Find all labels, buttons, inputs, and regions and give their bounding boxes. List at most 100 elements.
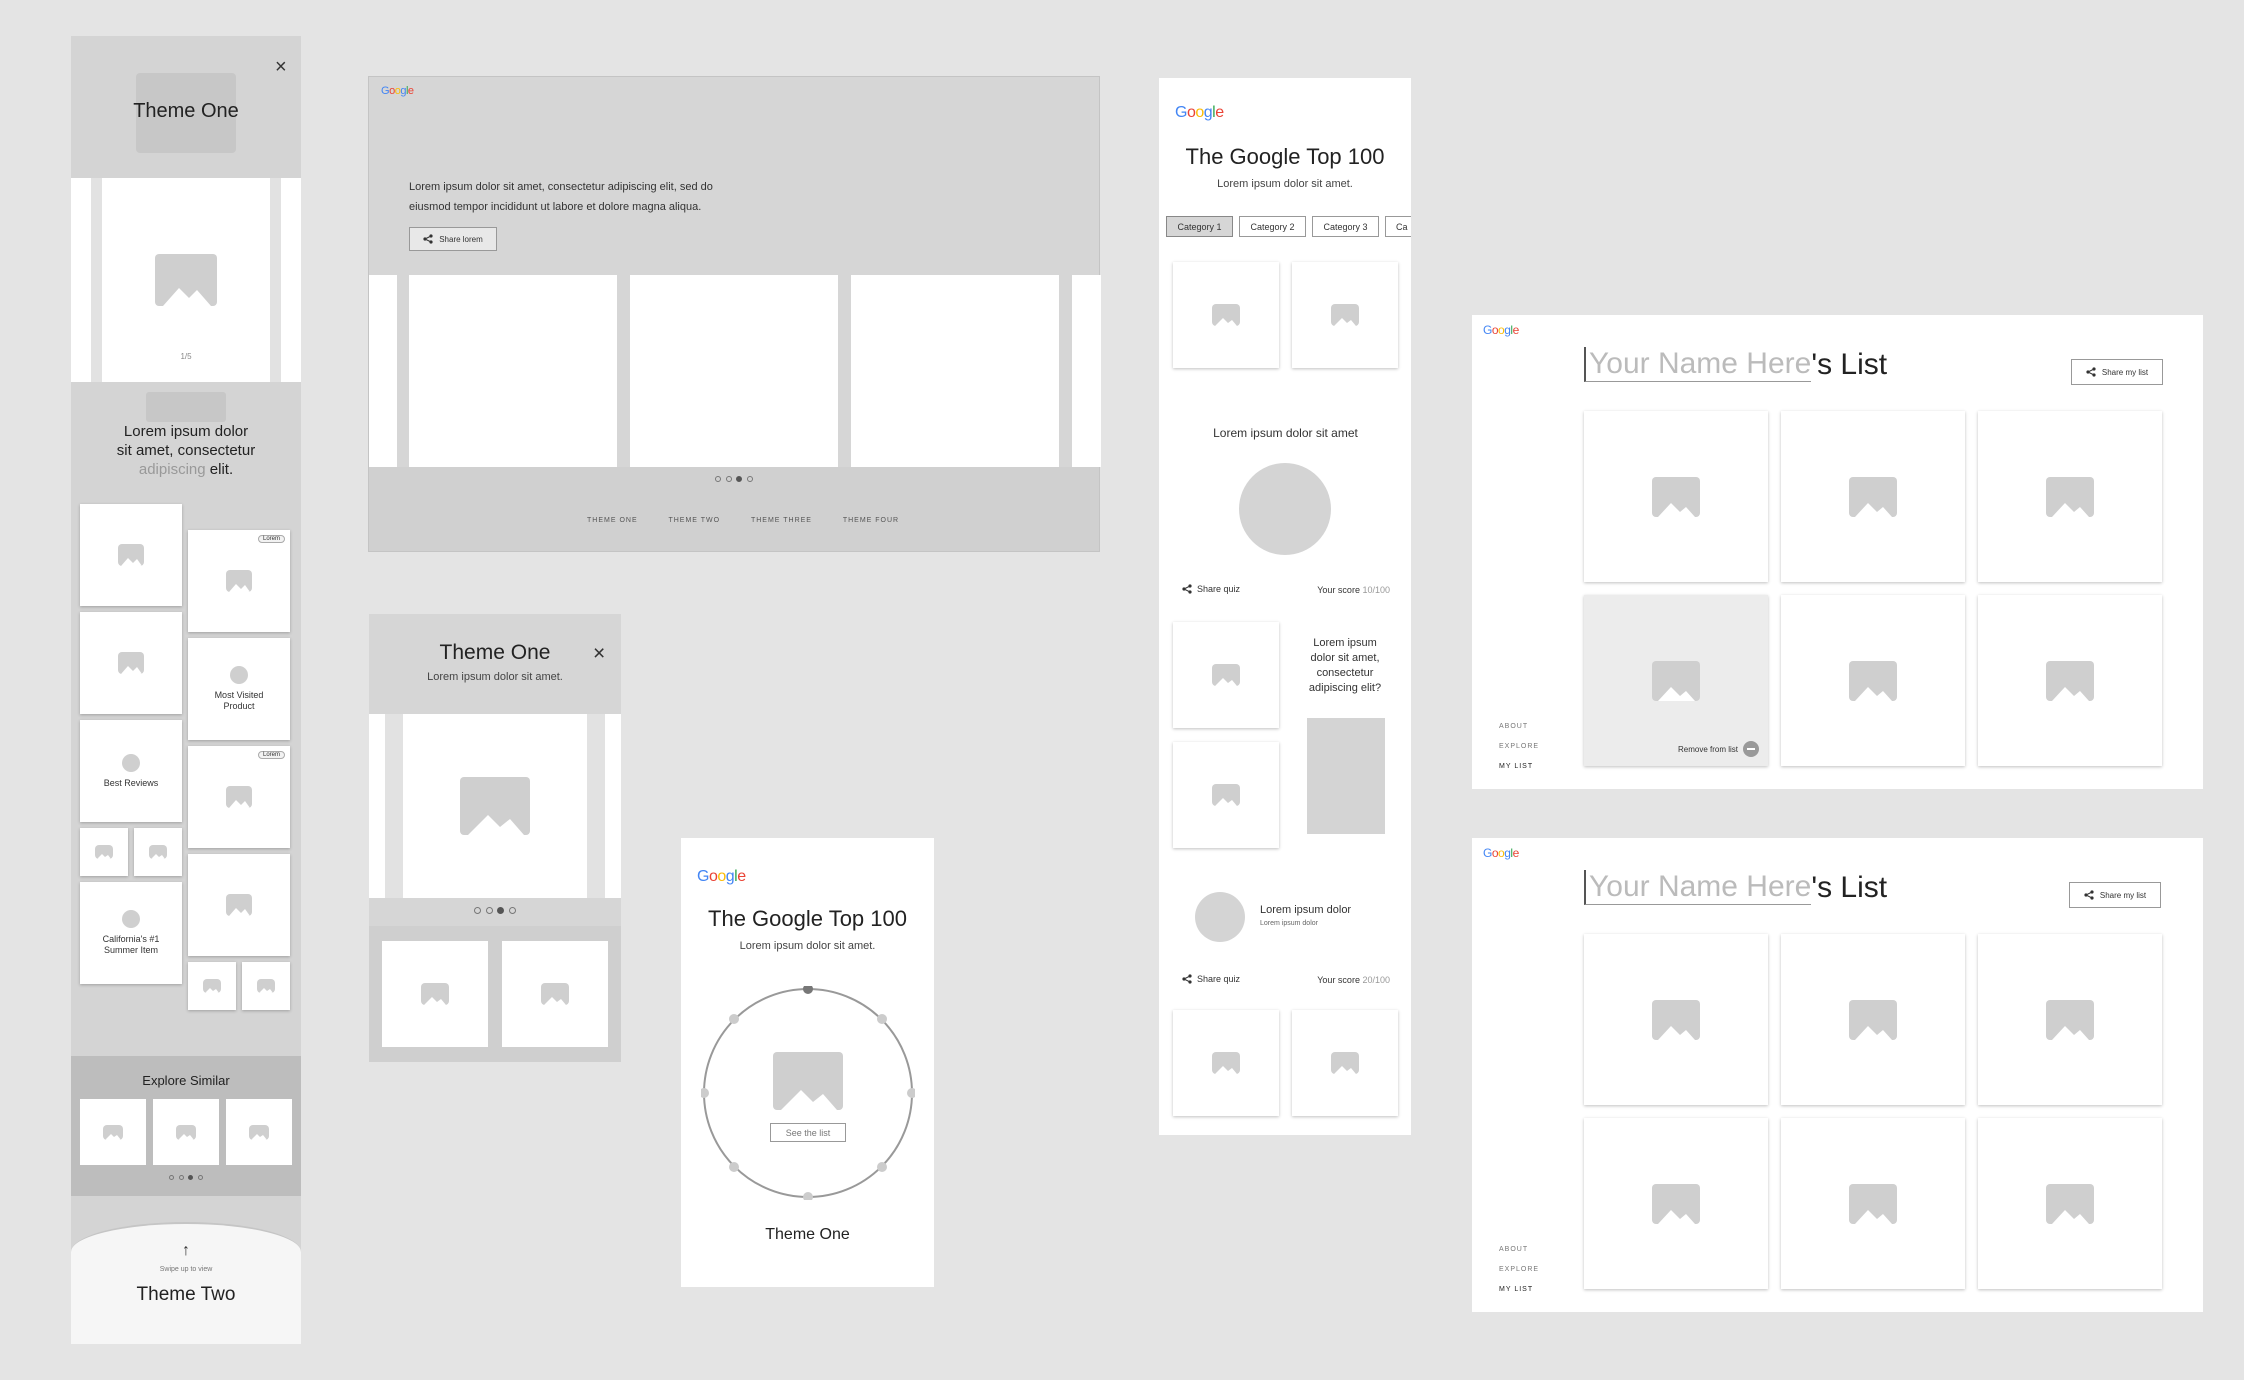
california-tile[interactable]: California's #1 Summer Item xyxy=(80,882,182,984)
theme-label: Theme One xyxy=(765,1226,850,1243)
list-item-hovered[interactable]: Remove from list xyxy=(1584,595,1768,766)
list-item[interactable] xyxy=(1781,411,1965,582)
quiz-image xyxy=(1239,463,1331,555)
share-lorem-button[interactable]: Share lorem xyxy=(409,227,497,251)
quiz-title: Lorem ipsum dolor sit amet xyxy=(1213,426,1358,440)
hero-text: Lorem ipsum dolor sit amet, consectetur … xyxy=(409,181,713,213)
close-icon[interactable]: × xyxy=(275,56,287,79)
list-name-input[interactable]: Your Name Here xyxy=(1584,347,1812,382)
result-card[interactable]: Lorem ipsum dolor Lorem ipsum dolor Shar… xyxy=(1173,862,1398,996)
grid-tile-small[interactable] xyxy=(242,962,290,1010)
mobile-theme-card: Theme One Lorem ipsum dolor sit amet. × xyxy=(369,614,621,1062)
list-item[interactable] xyxy=(1584,411,1768,582)
tab-theme-four[interactable]: THEME FOUR xyxy=(843,517,899,524)
similar-item[interactable] xyxy=(226,1099,292,1165)
result-subtitle: Lorem ipsum dolor xyxy=(1260,920,1318,927)
intro-text: Lorem ipsum dolor sit amet, consectetur … xyxy=(116,423,256,478)
category-chip-4[interactable]: Ca xyxy=(1385,216,1411,237)
page-title: The Google Top 100 xyxy=(708,906,907,931)
my-list-panel: Google Your Name Here 's List Share my l… xyxy=(1472,315,2203,789)
list-item[interactable] xyxy=(1584,1118,1768,1289)
see-the-list-button[interactable]: See the list xyxy=(770,1123,846,1142)
nav-my-list[interactable]: MY LIST xyxy=(1499,757,1539,777)
category-icon xyxy=(122,910,140,928)
grid-tile[interactable]: Lorem xyxy=(188,746,290,848)
list-item[interactable] xyxy=(1978,411,2162,582)
grid-tile[interactable] xyxy=(80,504,182,606)
item-tile[interactable] xyxy=(1173,742,1279,848)
theme-subtitle: Lorem ipsum dolor sit amet. xyxy=(427,671,563,683)
swipe-hint: Swipe up to view xyxy=(159,1266,213,1273)
best-reviews-tile[interactable]: Best Reviews xyxy=(80,720,182,822)
item-tile[interactable] xyxy=(1292,1010,1398,1116)
google-logo: Google xyxy=(1483,846,1519,860)
nav-about[interactable]: ABOUT xyxy=(1499,717,1539,737)
tab-theme-one[interactable]: THEME ONE xyxy=(587,517,638,524)
most-visited-tile[interactable]: Most Visited Product xyxy=(188,638,290,740)
carousel-pager: 1/5 xyxy=(180,352,192,361)
grid-tile-small[interactable] xyxy=(188,962,236,1010)
nav-my-list[interactable]: MY LIST xyxy=(1499,1280,1539,1300)
list-item[interactable] xyxy=(1978,1118,2162,1289)
grid-tile[interactable] xyxy=(188,854,290,956)
carousel-slide[interactable] xyxy=(851,275,1059,467)
list-item[interactable] xyxy=(1781,1118,1965,1289)
list-name-input[interactable]: Your Name Here xyxy=(1584,870,1812,905)
carousel-slide[interactable] xyxy=(409,275,617,467)
carousel-slide[interactable] xyxy=(403,714,587,898)
grid-tile-small[interactable] xyxy=(134,828,182,876)
list-item[interactable] xyxy=(1781,595,1965,766)
tab-theme-two[interactable]: THEME TWO xyxy=(668,517,720,524)
result-title: Lorem ipsum dolor xyxy=(1260,904,1352,916)
share-icon xyxy=(2084,890,2094,900)
theme-title: Theme One xyxy=(133,100,239,122)
tab-theme-three[interactable]: THEME THREE xyxy=(751,517,812,524)
item-tile[interactable] xyxy=(1173,1010,1279,1116)
share-quiz-button[interactable]: Share quiz xyxy=(1182,584,1240,594)
google-logo: Google xyxy=(697,868,746,885)
lorem-badge: Lorem xyxy=(257,751,285,759)
grid-tile[interactable] xyxy=(382,941,488,1047)
nav-explore[interactable]: EXPLORE xyxy=(1499,1260,1539,1280)
quiz-card[interactable]: Lorem ipsum dolor sit amet Share quiz Yo… xyxy=(1173,382,1398,608)
grid-tile-small[interactable] xyxy=(80,828,128,876)
image-icon xyxy=(773,1052,843,1110)
list-item[interactable] xyxy=(1584,934,1768,1105)
share-my-list-button[interactable]: Share my list xyxy=(2069,882,2161,908)
share-my-list-button[interactable]: Share my list xyxy=(2071,359,2163,385)
share-icon xyxy=(2086,367,2096,377)
question-card[interactable]: Lorem ipsum dolor sit amet, consectetur … xyxy=(1292,622,1398,848)
item-tile[interactable] xyxy=(1173,622,1279,728)
grid-tile[interactable]: Lorem xyxy=(188,530,290,632)
item-tile[interactable] xyxy=(1292,262,1398,368)
next-theme-title: Theme Two xyxy=(136,1284,236,1305)
category-chip-1[interactable]: Category 1 xyxy=(1166,216,1233,237)
carousel-slide[interactable] xyxy=(630,275,838,467)
similar-pager xyxy=(71,1173,301,1180)
my-list-panel-2: Google Your Name Here 's List Share my l… xyxy=(1472,838,2203,1312)
category-chip-2[interactable]: Category 2 xyxy=(1239,216,1306,237)
share-quiz-button[interactable]: Share quiz xyxy=(1182,974,1240,984)
page-subtitle: Lorem ipsum dolor sit amet. xyxy=(1217,178,1353,190)
list-item[interactable] xyxy=(1978,595,2162,766)
google-logo: Google xyxy=(381,85,414,97)
nav-about[interactable]: ABOUT xyxy=(1499,1240,1539,1260)
google-logo: Google xyxy=(1483,323,1519,337)
carousel-pager xyxy=(369,475,1099,482)
remove-from-list-button[interactable]: Remove from list xyxy=(1678,741,1759,757)
grid-tile[interactable] xyxy=(80,612,182,714)
list-item[interactable] xyxy=(1781,934,1965,1105)
similar-item[interactable] xyxy=(153,1099,219,1165)
category-chip-3[interactable]: Category 3 xyxy=(1312,216,1379,237)
list-title: Your Name Here 's List xyxy=(1584,347,1887,382)
grid-tile[interactable] xyxy=(502,941,608,1047)
explore-similar-title: Explore Similar xyxy=(142,1073,230,1088)
remove-icon xyxy=(1743,741,1759,757)
close-icon[interactable]: × xyxy=(593,642,605,666)
item-tile[interactable] xyxy=(1173,262,1279,368)
list-item[interactable] xyxy=(1978,934,2162,1105)
nav-explore[interactable]: EXPLORE xyxy=(1499,737,1539,757)
category-icon xyxy=(122,754,140,772)
next-theme-sheet[interactable] xyxy=(71,1222,301,1344)
similar-item[interactable] xyxy=(80,1099,146,1165)
